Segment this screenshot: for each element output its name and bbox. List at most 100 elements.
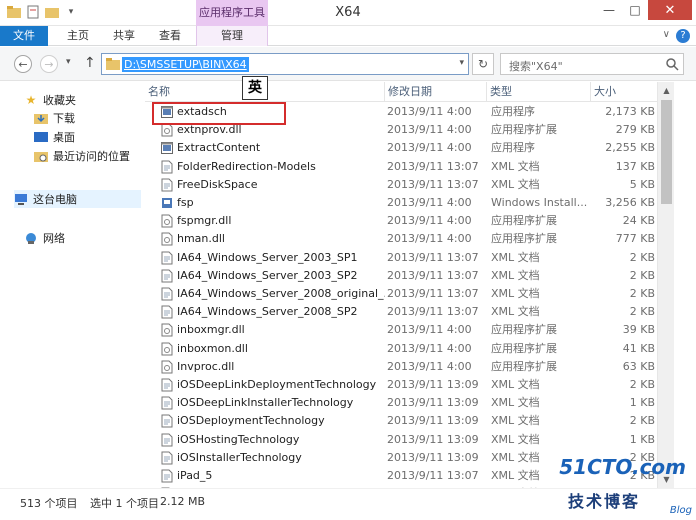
file-size: 777 KB [615, 232, 655, 246]
file-row[interactable]: hman.dll 2013/9/11 4:00 应用程序扩展 777 KB [145, 230, 657, 248]
file-type: 应用程序扩展 [491, 232, 557, 246]
file-size: 24 KB [622, 214, 655, 228]
close-button[interactable]: ✕ [648, 0, 692, 20]
file-name-cell: fsp [161, 194, 385, 212]
vertical-scrollbar[interactable]: ▲ ▼ [657, 82, 674, 488]
file-row[interactable]: IA64_Windows_Server_2003_SP2 2013/9/11 13… [145, 267, 657, 285]
file-type: 应用程序扩展 [491, 214, 557, 228]
file-size: 1 KB [629, 396, 655, 410]
file-name-cell: inboxmon.dll [161, 340, 385, 358]
file-row[interactable]: fsp 2013/9/11 4:00 Windows Install... 3,256… [145, 194, 657, 212]
file-size: 2 KB [629, 287, 655, 300]
network-icon [24, 231, 38, 245]
tab-share[interactable]: 共享 [104, 26, 144, 46]
file-row[interactable]: IA64_Windows_Server_2008_original_... 201… [145, 285, 657, 303]
recent-locations-icon[interactable]: ▾ [66, 57, 71, 67]
up-icon[interactable]: ↑ [84, 55, 96, 71]
file-date: 2013/9/11 13:09 [387, 378, 479, 391]
file-name: IA64_Windows_Server_2003_SP2 [177, 268, 358, 282]
nav-network[interactable]: 网络 [24, 230, 65, 246]
tab-home[interactable]: 主页 [58, 26, 98, 46]
minimize-button[interactable]: — [596, 0, 622, 20]
file-name-cell: inboxmgr.dll [161, 321, 385, 339]
file-name: iOSDeploymentTechnology [177, 414, 325, 428]
nav-recent-label: 最近访问的位置 [53, 150, 130, 163]
column-header: 名称 修改日期 类型 大小 [145, 82, 657, 102]
file-size: 5 KB [629, 177, 655, 191]
file-name-cell: iOSDeepLinkInstallerTechnology [161, 394, 385, 412]
nav-downloads[interactable]: 下载 [34, 110, 75, 126]
nav-recent[interactable]: 最近访问的位置 [34, 148, 130, 164]
nav-this-pc[interactable]: 这台电脑 [14, 190, 141, 208]
navigation-pane: ★ 收藏夹 下载 桌面 最近访问的位置 这台电脑 网络 [0, 82, 145, 488]
quick-access-toolbar: ▾ [6, 4, 79, 20]
xml-icon [161, 451, 173, 465]
ribbon-tabs: 文件 主页 共享 查看 管理 ∨ ? [0, 26, 696, 46]
column-date[interactable]: 修改日期 [385, 82, 487, 102]
file-type: XML 文档 [491, 177, 540, 191]
address-dropdown-icon[interactable]: ▾ [459, 58, 464, 68]
file-date: 2013/9/11 13:09 [387, 396, 479, 410]
expand-ribbon-icon[interactable]: ∨ [663, 29, 670, 40]
file-name: hman.dll [177, 232, 225, 246]
address-path[interactable]: D:\SMSSETUP\BIN\X64 [122, 57, 249, 72]
file-name: Invproc.dll [177, 359, 235, 373]
search-input[interactable]: 搜索"X64" [500, 53, 684, 75]
file-name-cell: IA64_Windows_Server_2003_SP2 [161, 267, 385, 285]
nav-favorites[interactable]: ★ 收藏夹 [24, 92, 76, 108]
tab-file[interactable]: 文件 [0, 26, 48, 46]
back-button[interactable]: ← [14, 55, 32, 73]
column-type[interactable]: 类型 [487, 82, 591, 102]
file-date: 2013/9/11 13:07 [387, 305, 479, 319]
file-type: 应用程序 [491, 105, 535, 118]
file-name: iOSInstallerTechnology [177, 450, 302, 464]
file-type: Windows Install... [491, 196, 588, 209]
address-row: ← → ▾ ↑ D:\SMSSETUP\BIN\X64 ▾ ↻ 搜索"X64" [0, 47, 696, 81]
dll-icon [161, 123, 173, 137]
file-row[interactable]: ExtractContent 2013/9/11 4:00 应用程序 2,255 KB [145, 139, 657, 157]
file-date: 2013/9/11 4:00 [387, 105, 472, 118]
file-row[interactable]: inboxmon.dll 2013/9/11 4:00 应用程序扩展 41 KB [145, 340, 657, 358]
file-row[interactable]: IA64_Windows_Server_2003_SP1 2013/9/11 13… [145, 249, 657, 267]
new-folder-icon[interactable] [44, 4, 60, 20]
dll-icon [161, 360, 173, 374]
file-row[interactable]: inboxmgr.dll 2013/9/11 4:00 应用程序扩展 39 KB [145, 321, 657, 339]
file-row[interactable]: iOSDeepLinkDeploymentTechnology 2013/9/11… [145, 376, 657, 394]
right-margin [675, 82, 696, 488]
nav-desktop[interactable]: 桌面 [34, 129, 75, 145]
file-row[interactable]: Invproc.dll 2013/9/11 4:00 应用程序扩展 63 KB [145, 358, 657, 376]
file-row[interactable]: iOSHostingTechnology 2013/9/11 13:09 XML 文… [145, 431, 657, 449]
forward-button[interactable]: → [40, 55, 58, 73]
help-icon[interactable]: ? [676, 29, 690, 43]
window-controls: — □ ✕ [596, 0, 692, 20]
file-row[interactable]: iOSDeploymentTechnology 2013/9/11 13:09 XM… [145, 412, 657, 430]
scroll-thumb[interactable] [661, 100, 672, 204]
qat-dropdown-icon[interactable]: ▾ [63, 4, 79, 20]
address-bar[interactable]: D:\SMSSETUP\BIN\X64 ▾ [101, 53, 469, 75]
properties-icon[interactable] [25, 4, 41, 20]
file-name-cell: fspmgr.dll [161, 212, 385, 230]
file-date: 2013/9/11 13:07 [387, 287, 479, 300]
column-size[interactable]: 大小 [591, 82, 657, 102]
file-row[interactable]: IA64_Windows_Server_2008_SP2 2013/9/11 13… [145, 303, 657, 321]
folder-icon [106, 58, 120, 73]
tab-manage[interactable]: 管理 [196, 26, 268, 46]
refresh-button[interactable]: ↻ [472, 53, 494, 75]
maximize-button[interactable]: □ [622, 0, 648, 20]
file-name: FolderRedirection-Models [177, 159, 316, 173]
file-row[interactable]: FreeDiskSpace 2013/9/11 13:07 XML 文档 5 KB [145, 176, 657, 194]
file-type: XML 文档 [491, 159, 540, 173]
tab-view[interactable]: 查看 [150, 26, 190, 46]
selection-size: 2.12 MB [160, 495, 206, 508]
file-size: 2 KB [629, 414, 655, 428]
ime-indicator: 英 [242, 76, 268, 100]
scroll-up-icon[interactable]: ▲ [658, 82, 675, 99]
file-type: 应用程序扩展 [491, 123, 557, 137]
file-row[interactable]: FolderRedirection-Models 2013/9/11 13:07 X… [145, 158, 657, 176]
file-row[interactable]: iOSDeepLinkInstallerTechnology 2013/9/11 … [145, 394, 657, 412]
file-name: IA64_Windows_Server_2003_SP1 [177, 250, 358, 264]
file-date: 2013/9/11 13:07 [387, 177, 479, 191]
file-row[interactable]: fspmgr.dll 2013/9/11 4:00 应用程序扩展 24 KB [145, 212, 657, 230]
file-size: 2,255 KB [605, 141, 655, 155]
xml-icon [161, 160, 173, 174]
